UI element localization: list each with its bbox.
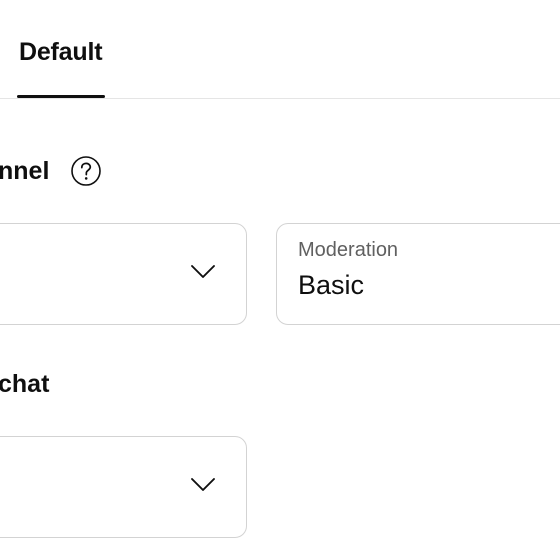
moderation-value: Basic — [298, 270, 365, 300]
help-circle-icon[interactable] — [70, 155, 102, 187]
chat-select[interactable] — [0, 436, 247, 538]
chat-section-title: chat — [0, 370, 50, 398]
channel-section-title: nnel — [0, 157, 50, 185]
moderation-label: Moderation — [298, 239, 399, 261]
tabs-divider — [0, 98, 560, 99]
tab-default[interactable]: Default — [17, 28, 105, 99]
chevron-down-icon — [190, 262, 216, 280]
tab-default-label: Default — [19, 38, 103, 66]
channel-select[interactable] — [0, 223, 247, 325]
moderation-select[interactable]: Moderation Basic — [276, 223, 560, 325]
chevron-down-icon — [190, 475, 216, 493]
